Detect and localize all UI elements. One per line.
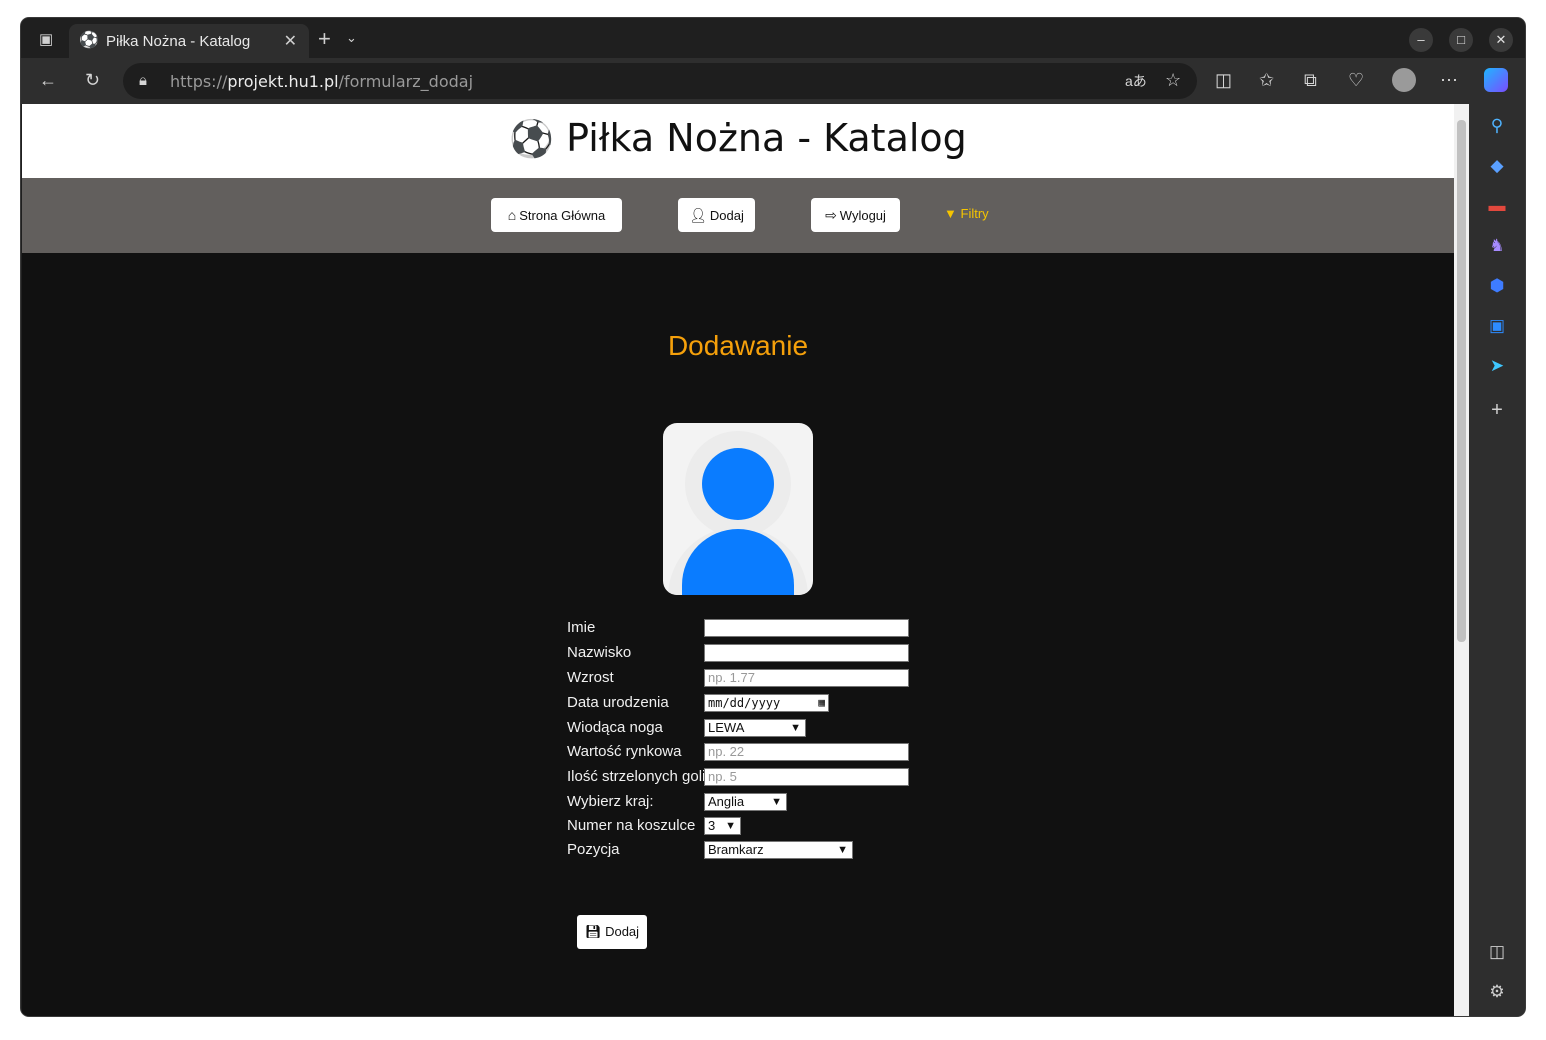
minimize-icon[interactable]: – [1409,28,1433,52]
kraj-label: Wybierz kraj: [567,793,654,810]
noga-label: Wiodąca noga [567,719,663,736]
numer-selected: 3 [708,818,716,833]
sign-out-icon: ⇨ [825,207,837,223]
site-title: ⚽ Piłka Nożna - Katalog [22,116,1454,160]
profile-avatar-icon[interactable] [1392,68,1416,92]
filters-label: Filtry [960,206,989,221]
avatar-placeholder [663,423,813,595]
browser-sidebar: ⚲ ◆ ▬ ♞ ⬢ ▣ ➤ + ◫ ⚙ [1469,104,1525,1016]
url-host: projekt.hu1.pl [227,72,339,91]
page-heading: Dodawanie [667,330,809,361]
add-nav-button[interactable]: 👤︎ Dodaj [678,198,755,232]
tab-list-chevron-icon[interactable]: ⌄ [346,30,357,46]
logout-label: Wyloguj [839,208,886,223]
favorites-icon[interactable]: ✩ [1259,70,1274,90]
url-text[interactable]: https://projekt.hu1.pl/formularz_dodaj [170,72,473,91]
wzrost-input[interactable]: np. 1.77 [704,669,909,687]
outlook-icon[interactable]: ▣ [1485,314,1509,338]
imie-label: Imie [567,619,596,636]
more-menu-icon[interactable]: ⋯ [1440,70,1458,90]
filters-link[interactable]: ▼ Filtry [944,206,989,221]
gole-input[interactable]: np. 5 [704,768,909,786]
hide-sidebar-icon[interactable]: ◫ [1485,940,1509,964]
save-icon: 💾︎ [584,924,602,939]
wzrost-label: Wzrost [567,669,614,686]
tab-strip: ▣ ⚽ Piłka Nożna - Katalog ✕ + ⌄ – □ ✕ [21,18,1525,58]
close-window-icon[interactable]: ✕ [1489,28,1513,52]
new-tab-icon[interactable]: + [318,26,331,52]
shopping-tag-icon[interactable]: ◆ [1485,154,1509,178]
nazwisko-input[interactable] [704,644,909,662]
url-path: /formularz_dodaj [338,72,474,91]
back-icon[interactable]: ← [39,70,57,90]
favorite-star-icon[interactable]: ☆ [1165,70,1181,90]
active-tab[interactable]: ⚽ Piłka Nożna - Katalog ✕ [69,24,309,58]
user-plus-icon: 👤︎ [689,207,707,223]
gole-label: Ilość strzelonych goli [567,768,706,785]
home-button[interactable]: ⌂ Strona Główna [491,198,622,232]
browser-toolbar: ← ↻ 🔒︎ https://projekt.hu1.pl/formularz_… [21,58,1525,104]
browser-window: ▣ ⚽ Piłka Nożna - Katalog ✕ + ⌄ – □ ✕ ← … [21,18,1525,1016]
reload-icon[interactable]: ↻ [85,70,100,90]
site-header: ⚽ Piłka Nożna - Katalog [22,104,1454,178]
browser-essentials-icon[interactable]: ♡ [1348,70,1364,90]
wartosc-input[interactable]: np. 22 [704,743,909,761]
games-chess-icon[interactable]: ♞ [1485,234,1509,258]
collections-icon[interactable]: ⧉ [1304,70,1317,90]
chevron-down-icon: ▼ [837,844,848,856]
home-button-label: Strona Główna [519,208,606,223]
address-bar[interactable]: 🔒︎ https://projekt.hu1.pl/formularz_doda… [123,63,1197,99]
chevron-down-icon: ▼ [790,722,801,734]
kraj-select[interactable]: Anglia ▼ [704,793,787,811]
send-icon[interactable]: ➤ [1485,354,1509,378]
lock-icon[interactable]: 🔒︎ [139,71,147,91]
calendar-icon[interactable]: ▦ [818,695,825,711]
close-tab-icon[interactable]: ✕ [284,31,297,51]
copilot-icon[interactable] [1484,68,1508,92]
split-screen-icon[interactable]: ◫ [1215,70,1232,90]
birth-date-placeholder: mm/dd/yyyy [708,696,781,710]
maximize-icon[interactable]: □ [1449,28,1473,52]
add-nav-label: Dodaj [709,208,744,223]
site-title-text: Piłka Nożna - Katalog [566,116,967,160]
microsoft-365-icon[interactable]: ⬢ [1485,274,1509,298]
data-label: Data urodzenia [567,694,669,711]
nazwisko-label: Nazwisko [567,644,632,661]
chevron-down-icon: ▼ [771,796,782,808]
filter-icon: ▼ [944,206,957,221]
nav-bar: ⌂ Strona Główna 👤︎ Dodaj ⇨ Wyloguj ▼ Filtry [22,178,1454,253]
kraj-selected: Anglia [708,794,745,809]
translate-icon[interactable]: aあ [1125,71,1147,91]
pozycja-selected: Bramkarz [708,842,764,857]
tab-actions-icon[interactable]: ▣ [39,30,53,48]
noga-selected: LEWA [708,720,745,735]
scrollbar-thumb[interactable] [1457,120,1466,642]
page-viewport: ⚽ Piłka Nożna - Katalog ⌂ Strona Główna 👤… [22,104,1454,1016]
tools-briefcase-icon[interactable]: ▬ [1485,194,1509,218]
wartosc-label: Wartość rynkowa [567,743,682,760]
settings-gear-icon[interactable]: ⚙ [1485,980,1509,1004]
submit-add-button[interactable]: 💾︎ Dodaj [577,915,647,949]
soccer-ball-favicon-icon: ⚽ [79,32,99,49]
tab-title: Piłka Nożna - Katalog [106,33,251,50]
noga-select[interactable]: LEWA ▼ [704,719,806,737]
pozycja-label: Pozycja [567,841,620,858]
home-icon: ⌂ [507,207,517,223]
birth-date-input[interactable]: mm/dd/yyyy ▦ [704,694,829,712]
submit-add-label: Dodaj [605,924,640,939]
avatar-head [702,448,774,520]
logout-button[interactable]: ⇨ Wyloguj [811,198,900,232]
numer-label: Numer na koszulce [567,817,696,834]
pozycja-select[interactable]: Bramkarz ▼ [704,841,853,859]
chevron-down-icon: ▼ [725,820,736,832]
search-icon[interactable]: ⚲ [1485,114,1509,138]
numer-select[interactable]: 3 ▼ [704,817,741,835]
soccer-ball-icon: ⚽ [509,119,555,160]
page-scrollbar[interactable] [1454,104,1469,1016]
url-scheme: https:// [170,72,228,91]
add-sidebar-icon[interactable]: + [1485,398,1509,422]
imie-input[interactable] [704,619,909,637]
